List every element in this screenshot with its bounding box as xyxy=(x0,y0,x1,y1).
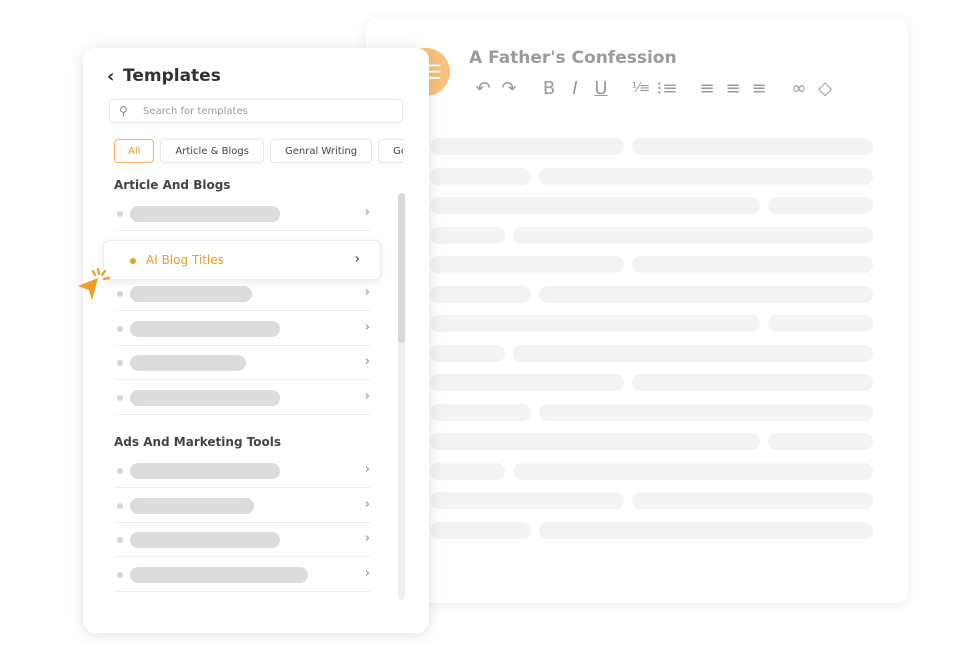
template-item[interactable]: › xyxy=(114,197,370,231)
back-chevron-icon[interactable]: ‹ xyxy=(107,66,114,87)
text-placeholder-line xyxy=(430,197,760,214)
bullet-dot xyxy=(117,360,123,366)
text-placeholder-line xyxy=(430,285,531,303)
panel-title: Templates xyxy=(123,66,221,86)
text-placeholder-line xyxy=(430,403,531,421)
bullet-dot xyxy=(117,211,123,217)
text-placeholder-line xyxy=(430,433,760,450)
text-placeholder-line xyxy=(768,315,873,332)
text-placeholder-bar xyxy=(130,355,246,371)
chevron-right-icon: › xyxy=(354,251,360,267)
search-placeholder: Search for templates xyxy=(143,105,248,117)
align-right-icon[interactable]: ≡ xyxy=(746,78,772,99)
text-placeholder-bar xyxy=(130,286,252,302)
text-placeholder-line xyxy=(632,138,873,155)
search-input[interactable]: ⚲ Search for templates xyxy=(109,99,403,123)
text-placeholder-line xyxy=(430,492,624,509)
text-placeholder-line xyxy=(430,344,505,362)
chip-general-writing[interactable]: Genral Writing xyxy=(269,139,373,163)
text-placeholder-line xyxy=(632,492,873,509)
editor-toolbar: ↶ ↷ B I U ⅟≡ ⁝≡ ≡ ≡ ≡ ∞ ◇ xyxy=(470,78,838,99)
scrollbar[interactable] xyxy=(398,193,405,600)
chevron-right-icon: › xyxy=(364,497,370,512)
search-icon: ⚲ xyxy=(119,104,128,118)
text-placeholder-bar xyxy=(130,463,280,479)
text-placeholder-line xyxy=(768,433,873,450)
eraser-icon[interactable]: ◇ xyxy=(812,78,838,99)
text-placeholder-line xyxy=(513,462,873,480)
text-placeholder-line xyxy=(430,256,624,273)
bold-icon[interactable]: B xyxy=(536,78,562,99)
chevron-right-icon: › xyxy=(364,531,370,546)
chevron-right-icon: › xyxy=(364,462,370,477)
chevron-right-icon: › xyxy=(364,205,370,220)
section-title: Ads And Marketing Tools xyxy=(114,435,282,449)
chip-article-blogs[interactable]: Article & Blogs xyxy=(160,139,264,163)
chip-all[interactable]: All xyxy=(114,139,155,163)
link-icon[interactable]: ∞ xyxy=(786,78,812,99)
text-placeholder-line xyxy=(768,197,873,214)
text-placeholder-bar xyxy=(130,567,308,583)
template-item-highlighted[interactable]: AI Blog Titles › xyxy=(103,240,381,280)
bullet-dot xyxy=(117,503,123,509)
template-item[interactable]: › xyxy=(114,558,370,592)
bullet-dot xyxy=(117,395,123,401)
chevron-right-icon: › xyxy=(364,320,370,335)
text-placeholder-line xyxy=(539,403,873,421)
ordered-list-icon[interactable]: ⅟≡ xyxy=(628,81,654,96)
text-placeholder-line xyxy=(430,315,760,332)
cursor-click-icon xyxy=(78,267,111,300)
template-item[interactable]: › xyxy=(114,454,370,488)
chevron-right-icon: › xyxy=(364,389,370,404)
chevron-right-icon: › xyxy=(364,285,370,300)
text-placeholder-line xyxy=(513,226,873,244)
bullet-dot xyxy=(117,326,123,332)
italic-icon[interactable]: I xyxy=(562,78,588,99)
bullet-dot xyxy=(117,291,123,297)
template-item-label: AI Blog Titles xyxy=(146,253,224,267)
text-placeholder-line xyxy=(430,226,505,244)
scrollbar-thumb[interactable] xyxy=(398,193,405,343)
text-placeholder-line xyxy=(539,167,873,185)
document-title: A Father's Confession xyxy=(469,48,677,68)
text-placeholder-bar xyxy=(130,532,280,548)
text-placeholder-line xyxy=(430,374,624,391)
text-placeholder-line xyxy=(539,285,873,303)
text-placeholder-bar xyxy=(130,321,280,337)
text-placeholder-line xyxy=(430,138,624,155)
template-item[interactable]: › xyxy=(114,346,370,380)
bullet-dot xyxy=(117,572,123,578)
chip-goo[interactable]: Goo xyxy=(378,139,403,163)
text-placeholder-line xyxy=(430,462,505,480)
undo-icon[interactable]: ↶ xyxy=(470,78,496,99)
template-item[interactable]: › xyxy=(114,312,370,346)
bullet-dot xyxy=(117,468,123,474)
template-item[interactable]: › xyxy=(114,381,370,415)
bullet-list-icon[interactable]: ⁝≡ xyxy=(654,78,680,99)
text-placeholder-line xyxy=(632,256,873,273)
template-item[interactable]: › xyxy=(114,277,370,311)
text-placeholder-bar xyxy=(130,498,254,514)
bullet-dot xyxy=(130,258,136,264)
section-title: Article And Blogs xyxy=(114,178,231,192)
text-placeholder-line xyxy=(430,521,531,539)
template-item[interactable]: › xyxy=(114,489,370,523)
text-placeholder-line xyxy=(513,344,873,362)
text-placeholder-line xyxy=(632,374,873,391)
template-item[interactable]: › xyxy=(114,523,370,557)
editor-card xyxy=(366,18,908,603)
text-placeholder-line xyxy=(430,167,531,185)
text-placeholder-line xyxy=(539,521,873,539)
chevron-right-icon: › xyxy=(364,566,370,581)
category-chips: All Article & Blogs Genral Writing Goo xyxy=(114,139,403,163)
text-placeholder-bar xyxy=(130,390,280,406)
align-center-icon[interactable]: ≡ xyxy=(720,78,746,99)
redo-icon[interactable]: ↷ xyxy=(496,78,522,99)
underline-icon[interactable]: U xyxy=(588,78,614,99)
templates-panel: ‹ Templates ⚲ Search for templates All A… xyxy=(83,48,429,633)
text-placeholder-bar xyxy=(130,206,280,222)
bullet-dot xyxy=(117,537,123,543)
chevron-right-icon: › xyxy=(364,354,370,369)
align-left-icon[interactable]: ≡ xyxy=(694,78,720,99)
